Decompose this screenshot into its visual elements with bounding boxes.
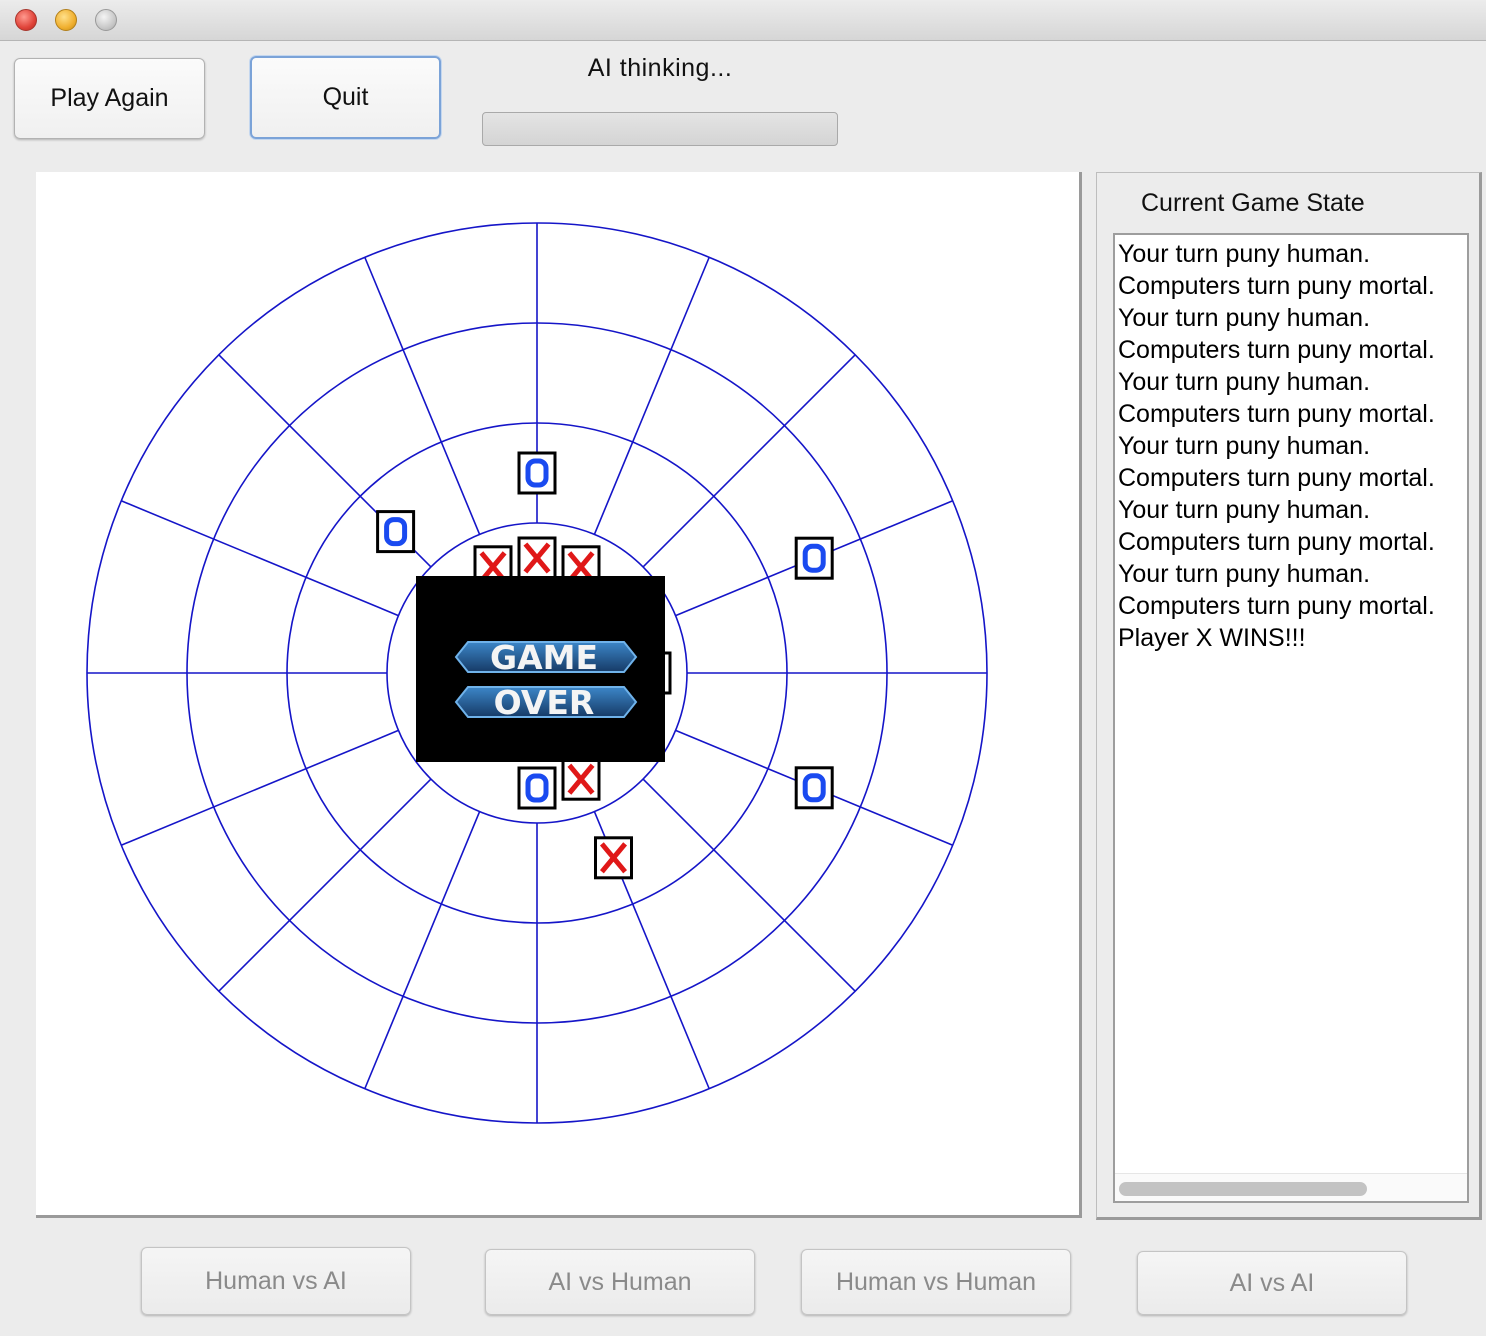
log-line: Your turn puny human.	[1118, 432, 1371, 460]
o-piece	[517, 451, 557, 495]
x-piece	[561, 757, 601, 801]
close-window-button[interactable]	[15, 9, 37, 31]
game-log-textarea[interactable]: Your turn puny human. Computers turn puny…	[1113, 233, 1469, 1203]
board-spoke	[642, 354, 856, 568]
board-spoke	[120, 500, 399, 617]
game-over-overlay: GAME OVER	[416, 576, 665, 762]
x-piece	[594, 836, 633, 880]
human-vs-ai-button[interactable]: Human vs AI	[141, 1247, 411, 1315]
log-line: Computers turn puny mortal.	[1118, 592, 1435, 620]
o-piece	[794, 766, 834, 810]
game-over-line1: GAME	[490, 638, 598, 677]
log-line: Your turn puny human.	[1118, 560, 1371, 588]
board-spoke	[120, 729, 399, 846]
game-over-line2: OVER	[494, 683, 595, 722]
game-log-lines: Your turn puny human. Computers turn puny…	[1118, 238, 1467, 654]
log-line: Computers turn puny mortal.	[1118, 336, 1435, 364]
o-piece	[376, 510, 416, 554]
log-scrollbar-thumb[interactable]	[1119, 1182, 1367, 1196]
circular-game-board[interactable]: GAME OVER	[36, 172, 1079, 1215]
window-titlebar	[0, 0, 1486, 41]
ai-status-label: AI thinking...	[587, 54, 733, 82]
quit-button[interactable]: Quit	[250, 56, 441, 139]
board-spoke	[642, 778, 856, 992]
log-line: Computers turn puny mortal.	[1118, 528, 1435, 556]
log-line: Your turn puny human.	[1118, 496, 1371, 524]
log-horizontal-scrollbar[interactable]	[1115, 1173, 1467, 1201]
ai-vs-human-button[interactable]: AI vs Human	[485, 1249, 755, 1315]
human-vs-human-button[interactable]: Human vs Human	[801, 1249, 1071, 1315]
board-spoke	[364, 811, 481, 1090]
log-line: Computers turn puny mortal.	[1118, 464, 1435, 492]
board-spoke	[593, 256, 710, 535]
log-line: Player X WINS!!!	[1118, 624, 1306, 652]
zoom-window-button[interactable]	[95, 9, 117, 31]
log-line: Your turn puny human.	[1118, 368, 1371, 396]
play-again-button[interactable]: Play Again	[14, 58, 205, 139]
log-line: Your turn puny human.	[1118, 240, 1371, 268]
log-line: Computers turn puny mortal.	[1118, 400, 1435, 428]
ai-progress-bar	[482, 112, 838, 146]
minimize-window-button[interactable]	[55, 9, 77, 31]
game-board-panel: GAME OVER	[36, 172, 1082, 1218]
board-spoke	[218, 778, 432, 992]
game-state-panel: Current Game State Your turn puny human.…	[1096, 172, 1482, 1220]
o-piece	[517, 766, 557, 810]
log-line: Computers turn puny mortal.	[1118, 272, 1435, 300]
o-piece	[794, 536, 834, 580]
x-piece	[517, 536, 557, 580]
board-spoke	[364, 256, 481, 535]
game-state-title: Current Game State	[1141, 189, 1365, 217]
ai-vs-ai-button[interactable]: AI vs AI	[1137, 1251, 1407, 1315]
log-line: Your turn puny human.	[1118, 304, 1371, 332]
